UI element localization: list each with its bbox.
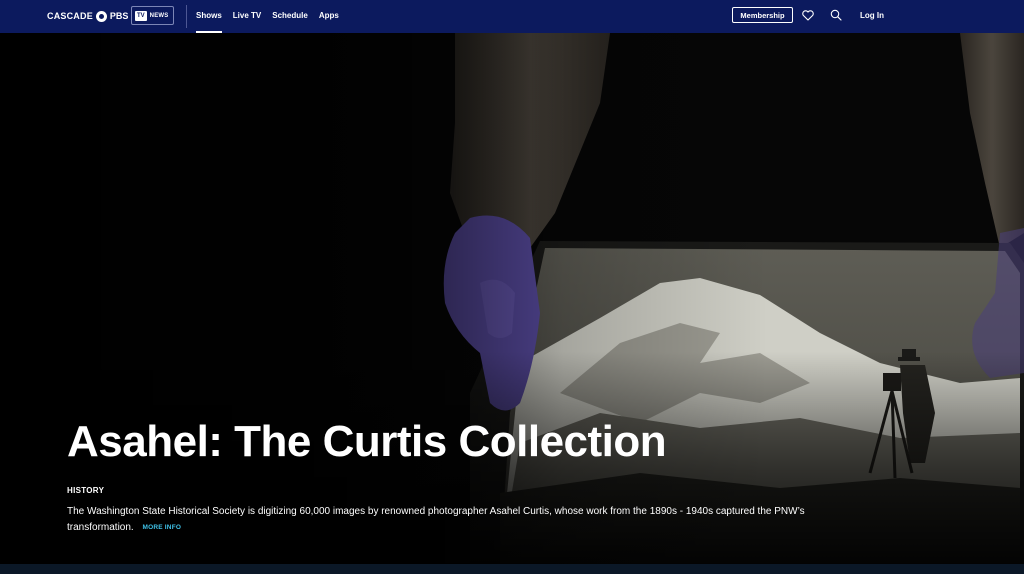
membership-button[interactable]: Membership	[732, 7, 793, 23]
hero-genre-label: HISTORY	[67, 486, 105, 495]
nav-link-apps[interactable]: Apps	[319, 0, 339, 33]
news-label: NEWS	[149, 12, 169, 19]
pbs-head-icon	[95, 10, 107, 22]
top-navigation: CASCADE PBS TV NEWS Shows Live TV Schedu…	[0, 0, 1024, 33]
hero-banner: Asahel: The Curtis Collection HISTORY Th…	[0, 33, 1024, 564]
nav-link-live-tv[interactable]: Live TV	[233, 0, 261, 33]
page-bottom-strip	[0, 564, 1024, 574]
tv-news-button[interactable]: TV NEWS	[131, 6, 174, 25]
nav-divider	[186, 5, 187, 28]
search-icon[interactable]	[829, 8, 843, 22]
login-link[interactable]: Log In	[860, 0, 884, 31]
nav-link-schedule[interactable]: Schedule	[272, 0, 308, 33]
brand-cascade-text: CASCADE	[47, 11, 93, 21]
more-info-link[interactable]: MORE INFO	[142, 524, 181, 531]
cascade-pbs-logo[interactable]: CASCADE PBS	[47, 9, 128, 23]
hero-title[interactable]: Asahel: The Curtis Collection	[67, 417, 667, 467]
brand-pbs-text: PBS	[109, 11, 129, 21]
heart-icon[interactable]	[801, 8, 815, 22]
main-nav-links: Shows Live TV Schedule Apps	[196, 0, 350, 33]
tv-label: TV	[135, 10, 147, 21]
hero-description: The Washington State Historical Society …	[67, 504, 857, 536]
nav-link-shows[interactable]: Shows	[196, 0, 222, 33]
hero-gradient-overlay	[0, 33, 1024, 564]
